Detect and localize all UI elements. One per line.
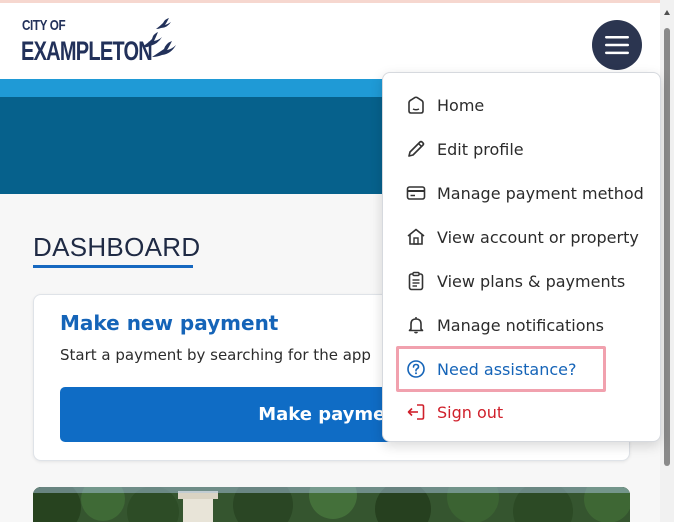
house-icon: [405, 226, 427, 248]
logo-line2: EXAMPLETON: [21, 36, 153, 66]
menu-label-notifications: Manage notifications: [437, 315, 604, 335]
menu-item-sign-out[interactable]: Sign out: [405, 394, 503, 430]
clipboard-icon: [405, 270, 427, 292]
title-underline: [33, 265, 193, 268]
menu-toggle-button[interactable]: [592, 20, 642, 70]
page-title: DASHBOARD: [33, 232, 201, 262]
scroll-up-arrow-icon[interactable]: [664, 10, 670, 15]
home-icon: [405, 94, 427, 116]
bell-icon: [405, 314, 427, 336]
menu-label-need-assistance: Need assistance?: [437, 359, 577, 379]
site-header: CITY OF EXAMPLETON: [0, 3, 660, 79]
menu-item-home[interactable]: Home: [405, 87, 484, 123]
menu-item-notifications[interactable]: Manage notifications: [405, 307, 604, 343]
menu-item-need-assistance[interactable]: Need assistance?: [405, 351, 577, 387]
menu-label-sign-out: Sign out: [437, 402, 504, 422]
menu-label-plans-payments: View plans & payments: [437, 271, 626, 291]
menu-item-view-account[interactable]: View account or property: [405, 219, 639, 255]
pencil-icon: [405, 138, 427, 160]
card-description: Start a payment by searching for the app: [60, 346, 371, 364]
scrollbar-thumb[interactable]: [664, 28, 670, 466]
city-photo: [33, 487, 630, 522]
hamburger-icon: [605, 36, 629, 55]
user-menu-dropdown: Home Edit profile Manage payment method …: [382, 72, 661, 442]
sign-out-icon: [405, 401, 427, 423]
menu-item-plans-payments[interactable]: View plans & payments: [405, 263, 625, 299]
card-title: Make new payment: [60, 311, 279, 335]
help-circle-icon: [405, 358, 427, 380]
menu-label-edit-profile: Edit profile: [437, 139, 524, 159]
credit-card-icon: [405, 182, 427, 204]
menu-item-edit-profile[interactable]: Edit profile: [405, 131, 524, 167]
birds-icon: [142, 18, 176, 57]
menu-item-payment-method[interactable]: Manage payment method: [405, 175, 644, 211]
logo-line1: CITY OF: [22, 17, 66, 34]
menu-label-home: Home: [437, 95, 485, 115]
menu-label-payment-method: Manage payment method: [437, 183, 644, 203]
city-logo[interactable]: CITY OF EXAMPLETON: [20, 17, 190, 69]
menu-label-view-account: View account or property: [437, 227, 639, 247]
